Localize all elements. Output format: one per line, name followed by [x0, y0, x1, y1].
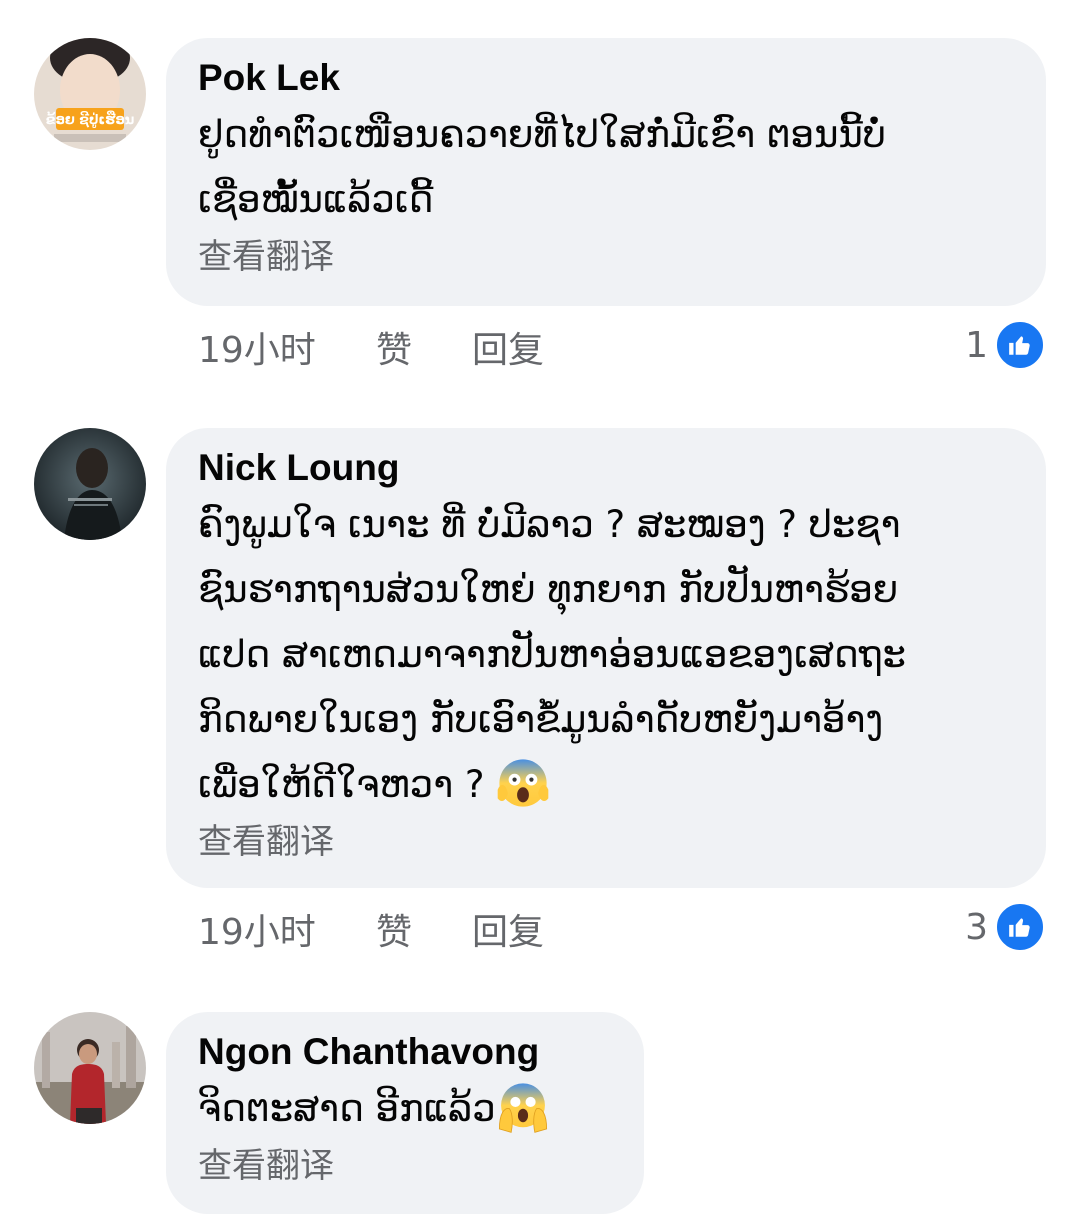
comment-text-line: ຢູດທຳຕົວເໜືອນຄວາຍທີ່ໄປໃສກໍ່ມີເຂົາ ຕອນນີ້… — [198, 113, 886, 156]
face-screaming-hands-emoji — [498, 1082, 547, 1133]
see-translation-link[interactable]: 查看翻译 — [198, 232, 1018, 282]
see-translation-link[interactable]: 查看翻译 — [198, 1141, 616, 1191]
reply-button[interactable]: 回复 — [472, 903, 544, 955]
timestamp: 19小时 — [198, 912, 316, 953]
author-name[interactable]: Ngon Chanthavong — [198, 1030, 616, 1074]
reaction-count: 1 — [965, 324, 988, 366]
comment-text-line: ຄົງພູມໃຈ ເນາະ ທີ່ ບໍ່ມີລາວ ? ສະໝອງ ? ປະຊ… — [198, 503, 901, 546]
avatar-pok-lek-image: ຂ້ອຍ ຊີປູ່ເຮືອນ — [34, 38, 146, 150]
reaction-summary[interactable]: 3 — [965, 901, 1046, 953]
reaction-count: 3 — [965, 906, 988, 948]
comment-text-line-with-emoji: ຈິດຕະສາດ ອີກແລ້ວ — [198, 1076, 616, 1141]
author-name[interactable]: Nick Loung — [198, 446, 1018, 490]
author-name[interactable]: Pok Lek — [198, 56, 1018, 100]
comment-text-line: ຊົນຮາກຖານສ່ວນໃຫຍ່ ທຸກຍາກ ກັບປັນຫາຮ້ອຍ — [198, 568, 899, 611]
comment-bubble: Ngon Chanthavong ຈິດຕະສາດ ອີກແລ້ວ 查看翻译 — [166, 1012, 644, 1214]
avatar[interactable]: ຂ້ອຍ ຊີປູ່ເຮືອນ — [34, 38, 146, 150]
reaction-summary[interactable]: 1 — [965, 319, 1046, 371]
comment-text-line-with-emoji: ເພື່ອໃຫ້ດີໃຈຫວາ ? — [198, 752, 1018, 817]
comment-text-line: ກິດພາຍໃນເອງ ກັບເອົາຂໍ້ມູນລຳດັບຫຍັງມາອ້າງ — [198, 698, 884, 741]
comment-actions: 19小时 赞 回复 — [198, 322, 544, 372]
thumbs-up-icon — [994, 319, 1046, 371]
comment-text-line: ເຊື່ອໝັ້ນແລ້ວເດີ້ — [198, 178, 434, 221]
screaming-face-emoji — [498, 758, 549, 807]
avatar-nick-loung-image — [34, 428, 146, 540]
comment-text: ຢູດທຳຕົວເໜືອນຄວາຍທີ່ໄປໃສກໍ່ມີເຂົາ ຕອນນີ້… — [198, 102, 1018, 232]
avatar-caption: ຂ້ອຍ ຊີປູ່ເຮືອນ — [46, 112, 134, 128]
reply-button[interactable]: 回复 — [472, 321, 544, 373]
comment-bubble: Pok Lek ຢູດທຳຕົວເໜືອນຄວາຍທີ່ໄປໃສກໍ່ມີເຂົ… — [166, 38, 1046, 306]
comment-text: ຄົງພູມໃຈ ເນາະ ທີ່ ບໍ່ມີລາວ ? ສະໝອງ ? ປະຊ… — [198, 492, 1018, 817]
avatar[interactable] — [34, 1012, 146, 1124]
avatar[interactable] — [34, 428, 146, 540]
comment-bubble: Nick Loung ຄົງພູມໃຈ ເນາະ ທີ່ ບໍ່ມີລາວ ? … — [166, 428, 1046, 888]
avatar-ngon-chanthavong-image — [34, 1012, 146, 1124]
like-button[interactable]: 赞 — [376, 321, 472, 373]
comment-text: ຈິດຕະສາດ ອີກແລ້ວ — [198, 1076, 616, 1141]
comment-text-line: ເພື່ອໃຫ້ດີໃຈຫວາ ? — [198, 763, 485, 806]
timestamp: 19小时 — [198, 330, 316, 371]
comment-actions: 19小时 赞 回复 — [198, 904, 544, 954]
like-button[interactable]: 赞 — [376, 903, 472, 955]
comment-text-line: ຈິດຕະສາດ ອີກແລ້ວ — [198, 1087, 496, 1130]
comment-text-line: ແປດ ສາເຫດມາຈາກປັນຫາອ່ອນແອຂອງເສດຖະ — [198, 633, 906, 676]
thumbs-up-icon — [994, 901, 1046, 953]
see-translation-link[interactable]: 查看翻译 — [198, 817, 1018, 867]
